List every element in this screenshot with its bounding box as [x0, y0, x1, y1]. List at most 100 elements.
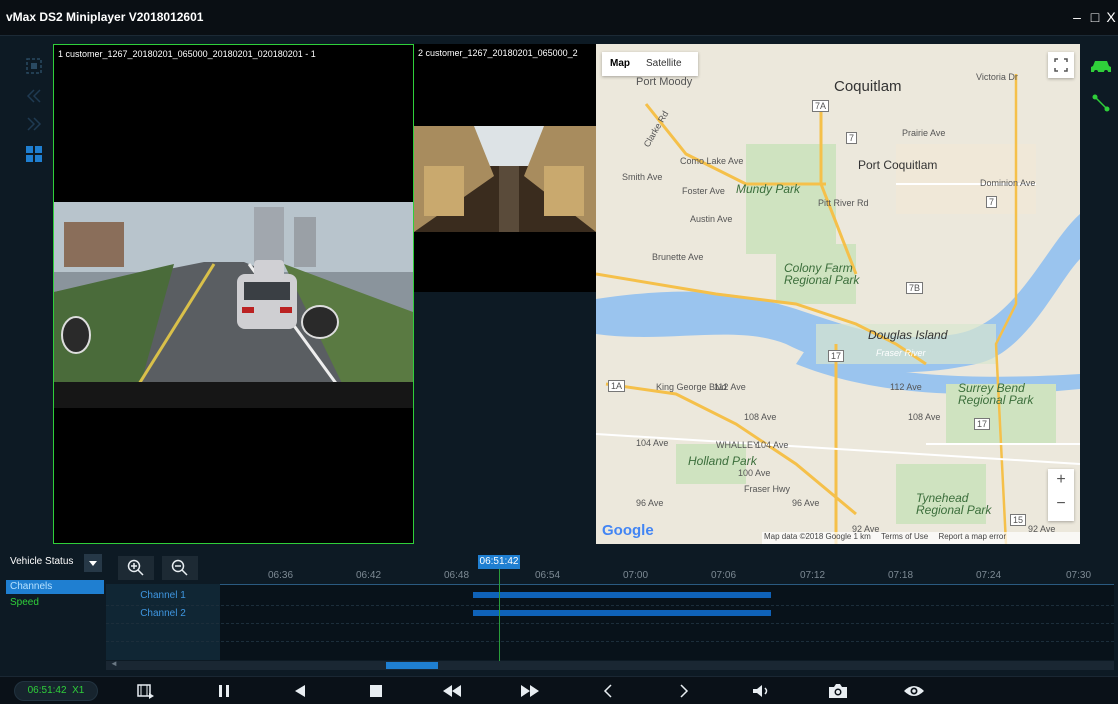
map-label-colony-farm: Colony Farm Regional Park: [784, 261, 860, 287]
map-label-prairie-ave: Prairie Ave: [902, 128, 946, 138]
map-label-victoria-dr: Victoria Dr: [976, 72, 1018, 82]
map-tab-satellite[interactable]: Satellite: [646, 58, 682, 69]
previous-frame-button[interactable]: [596, 681, 620, 701]
pause-button[interactable]: [212, 681, 236, 701]
channel-1-recording-bar[interactable]: [473, 592, 771, 598]
map-shield-1a: 1A: [608, 380, 626, 392]
pane-1-label: 1 customer_1267_20180201_065000_20180201…: [58, 49, 316, 59]
map-zoom-in-button[interactable]: +: [1048, 471, 1074, 489]
map-label-mundy-park: Mundy Park: [736, 182, 801, 196]
map-label-douglas-island: Douglas Island: [868, 328, 948, 342]
zoom-out-button[interactable]: [162, 556, 198, 580]
map-fullscreen-button[interactable]: [1048, 52, 1074, 78]
horizontal-scrollbar[interactable]: ◄: [106, 659, 1114, 670]
window-title: vMax DS2 Miniplayer V2018012601: [6, 10, 204, 24]
map-shield-7-east: 7: [986, 196, 998, 208]
map-label-port-coquitlam: Port Coquitlam: [858, 158, 938, 172]
snapshot-button[interactable]: [826, 681, 850, 701]
rewind-icon: [443, 685, 461, 697]
pause-icon: [219, 685, 229, 697]
forward-double-chevron-icon[interactable]: [24, 114, 44, 134]
tick-label: 06:54: [535, 570, 561, 581]
video-pane-1[interactable]: 1 customer_1267_20180201_065000_20180201…: [53, 44, 414, 544]
playback-control-bar: 06:51:42 X1: [0, 676, 1118, 704]
map-label-pitt-river-rd: Pitt River Rd: [818, 198, 869, 208]
map-label-112-ave-east: 112 Ave: [890, 382, 922, 392]
map-canvas[interactable]: [596, 44, 1080, 544]
route-icon[interactable]: [1092, 94, 1110, 117]
volume-button[interactable]: [750, 681, 774, 701]
layout-single-icon[interactable]: [24, 56, 44, 76]
title-bar: vMax DS2 Miniplayer V2018012601 – □ X: [0, 0, 1118, 36]
channel-2-label: Channel 2: [140, 608, 186, 619]
map-panel[interactable]: Map Satellite + − Coquitlam Port Moody P…: [596, 44, 1080, 544]
map-label-austin-ave: Austin Ave: [690, 214, 733, 224]
map-label-surrey-bend: Surrey Bend Regional Park: [958, 381, 1034, 407]
map-zoom-out-button[interactable]: −: [1048, 495, 1074, 513]
scroll-left-arrow-icon[interactable]: ◄: [110, 659, 118, 668]
bus-interior-image: [414, 126, 596, 232]
playhead-time-badge: 06:51:42: [478, 555, 520, 569]
map-label-104-ave-east: 104 Ave: [756, 440, 789, 450]
map-label-104-ave: 104 Ave: [636, 438, 669, 448]
map-attribution-bar: Map data ©2018 Google 1 km Terms of Use …: [762, 532, 1080, 544]
channel-2-recording-bar[interactable]: [473, 610, 771, 616]
playback-speed[interactable]: X1: [72, 685, 84, 696]
dropdown-chevron-down-icon[interactable]: [84, 554, 102, 572]
rewind-double-chevron-icon[interactable]: [24, 86, 44, 106]
tick-label: 07:18: [888, 570, 914, 581]
map-label-96-ave-east: 96 Ave: [792, 498, 820, 508]
map-label-fraser-river: Fraser River: [876, 348, 926, 358]
map-label-whalley: WHALLEY: [716, 440, 760, 450]
film-export-icon: [137, 684, 154, 699]
chevron-left-icon: [603, 684, 612, 698]
tick-label: 07:24: [976, 570, 1002, 581]
map-terms-link[interactable]: Terms of Use: [881, 532, 928, 541]
tick-label: 06:36: [268, 570, 294, 581]
close-button[interactable]: X: [1104, 8, 1118, 26]
stop-icon: [370, 685, 382, 697]
tick-label: 07:12: [800, 570, 826, 581]
tick-ruler-line: [220, 584, 1114, 585]
map-shield-7a: 7A: [812, 100, 830, 112]
map-tab-map[interactable]: Map: [610, 58, 630, 69]
next-frame-button[interactable]: [672, 681, 696, 701]
map-label-108-ave: 108 Ave: [744, 412, 777, 422]
view-button[interactable]: [902, 681, 926, 701]
scrollbar-thumb[interactable]: [386, 662, 438, 669]
channel-1-label: Channel 1: [140, 590, 186, 601]
vehicle-status-dropdown[interactable]: Vehicle Status: [6, 552, 104, 574]
fullscreen-icon: [1054, 58, 1068, 72]
tick-label: 07:06: [711, 570, 737, 581]
zoom-out-icon: [171, 559, 188, 576]
playhead-line[interactable]: [499, 569, 500, 661]
zoom-in-icon: [127, 559, 144, 576]
rewind-button[interactable]: [440, 681, 464, 701]
zoom-in-button[interactable]: [118, 556, 154, 580]
maximize-button[interactable]: □: [1086, 8, 1104, 26]
map-label-tynehead: Tynehead Regional Park: [916, 491, 992, 517]
map-zoom-control: + −: [1048, 469, 1074, 521]
clip-export-button[interactable]: [134, 681, 158, 701]
step-back-button[interactable]: [288, 681, 312, 701]
map-shield-7b: 7B: [906, 282, 924, 294]
map-label-holland-park: Holland Park: [688, 454, 757, 468]
video-pane-2[interactable]: 2 customer_1267_20180201_065000_2: [414, 44, 596, 292]
fast-forward-button[interactable]: [518, 681, 542, 701]
map-label-brunette-ave: Brunette Ave: [652, 252, 704, 262]
stop-button[interactable]: [364, 681, 388, 701]
google-logo: Google: [602, 522, 654, 539]
map-label-fraser-hwy: Fraser Hwy: [744, 484, 791, 494]
tick-label: 06:48: [444, 570, 470, 581]
vehicle-icon[interactable]: [1090, 58, 1112, 79]
map-report-link[interactable]: Report a map error: [938, 532, 1006, 541]
sidebar-item-channels[interactable]: Channels: [6, 580, 104, 594]
sidebar-item-speed[interactable]: Speed: [6, 596, 104, 610]
map-type-toggle: Map Satellite: [602, 52, 698, 76]
map-label-96-ave: 96 Ave: [636, 498, 664, 508]
minimize-button[interactable]: –: [1068, 8, 1086, 26]
grid-layout-icon[interactable]: [24, 144, 44, 164]
tick-label: 07:00: [623, 570, 649, 581]
track-divider-2: [106, 623, 1114, 624]
speaker-icon: [753, 685, 768, 697]
